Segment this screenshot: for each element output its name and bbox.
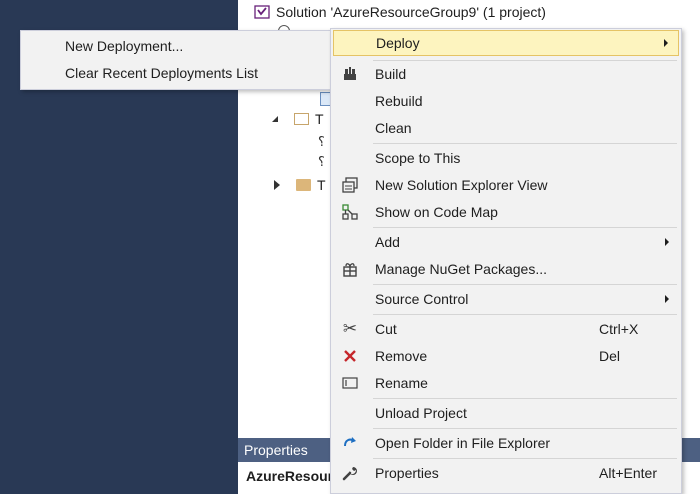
menu-separator xyxy=(373,458,677,459)
expanded-arrow-icon xyxy=(272,116,278,122)
menu-item-build[interactable]: Build xyxy=(333,61,679,87)
menu-item-clean[interactable]: Clean xyxy=(333,115,679,141)
project-context-menu: Deploy Build Rebuild Clean Scope to This… xyxy=(330,28,682,494)
solution-label: Solution 'AzureResourceGroup9' (1 projec… xyxy=(276,4,546,20)
folder-label-1: T xyxy=(315,111,324,127)
remove-x-icon xyxy=(341,347,359,365)
menu-item-clear-recent-deployments[interactable]: Clear Recent Deployments List xyxy=(23,61,335,87)
menu-item-source-control[interactable]: Source Control xyxy=(333,286,679,312)
menu-item-scope-to-this[interactable]: Scope to This xyxy=(333,145,679,171)
new-view-icon xyxy=(341,176,359,194)
menu-item-rename[interactable]: Rename xyxy=(333,370,679,396)
shortcut-remove: Del xyxy=(599,348,621,364)
menu-separator xyxy=(373,398,677,399)
menu-separator xyxy=(373,143,677,144)
deploy-submenu: New Deployment... Clear Recent Deploymen… xyxy=(20,30,338,90)
resource-icon: ⸮ xyxy=(318,134,325,149)
menu-item-deploy[interactable]: Deploy xyxy=(333,30,679,56)
folder-open-icon xyxy=(294,113,309,125)
solution-icon xyxy=(254,4,270,20)
scissors-icon: ✂ xyxy=(342,319,358,338)
shortcut-properties: Alt+Enter xyxy=(599,465,657,481)
resource-icon: ⸮ xyxy=(318,154,325,169)
folder-icon xyxy=(296,179,311,191)
collapsed-arrow-icon xyxy=(274,180,280,190)
submenu-arrow-icon xyxy=(665,295,669,303)
tree-item-row-2[interactable]: ⸮ xyxy=(318,151,325,173)
submenu-arrow-icon xyxy=(664,39,668,47)
menu-item-manage-nuget-packages[interactable]: Manage NuGet Packages... xyxy=(333,256,679,282)
menu-item-rebuild[interactable]: Rebuild xyxy=(333,88,679,114)
rename-icon xyxy=(341,374,359,392)
menu-item-remove[interactable]: Remove Del xyxy=(333,343,679,369)
menu-item-unload-project[interactable]: Unload Project xyxy=(333,400,679,426)
tree-item-row-1[interactable]: ⸮ xyxy=(318,131,325,153)
menu-item-new-deployment[interactable]: New Deployment... xyxy=(23,34,335,60)
shortcut-cut: Ctrl+X xyxy=(599,321,639,337)
menu-item-open-folder-in-file-explorer[interactable]: Open Folder in File Explorer xyxy=(333,430,679,456)
refresh-arrow-icon xyxy=(341,434,359,452)
folder-label-2: T xyxy=(317,177,326,193)
menu-item-properties[interactable]: Properties Alt+Enter xyxy=(333,460,679,486)
build-icon xyxy=(341,65,359,83)
menu-separator xyxy=(373,284,677,285)
menu-item-cut[interactable]: ✂ Cut Ctrl+X xyxy=(333,316,679,342)
menu-separator xyxy=(373,227,677,228)
menu-item-show-on-code-map[interactable]: Show on Code Map xyxy=(333,199,679,225)
menu-item-add[interactable]: Add xyxy=(333,229,679,255)
code-map-icon xyxy=(341,203,359,221)
menu-separator xyxy=(373,314,677,315)
tree-folder-row-1[interactable]: T xyxy=(272,108,324,130)
submenu-arrow-icon xyxy=(665,238,669,246)
menu-separator xyxy=(373,428,677,429)
tree-folder-row-2[interactable]: T xyxy=(274,174,326,196)
nuget-icon xyxy=(341,260,359,278)
wrench-icon xyxy=(341,464,359,482)
tree-solution-row[interactable]: Solution 'AzureResourceGroup9' (1 projec… xyxy=(254,1,546,23)
menu-item-new-solution-explorer-view[interactable]: New Solution Explorer View xyxy=(333,172,679,198)
